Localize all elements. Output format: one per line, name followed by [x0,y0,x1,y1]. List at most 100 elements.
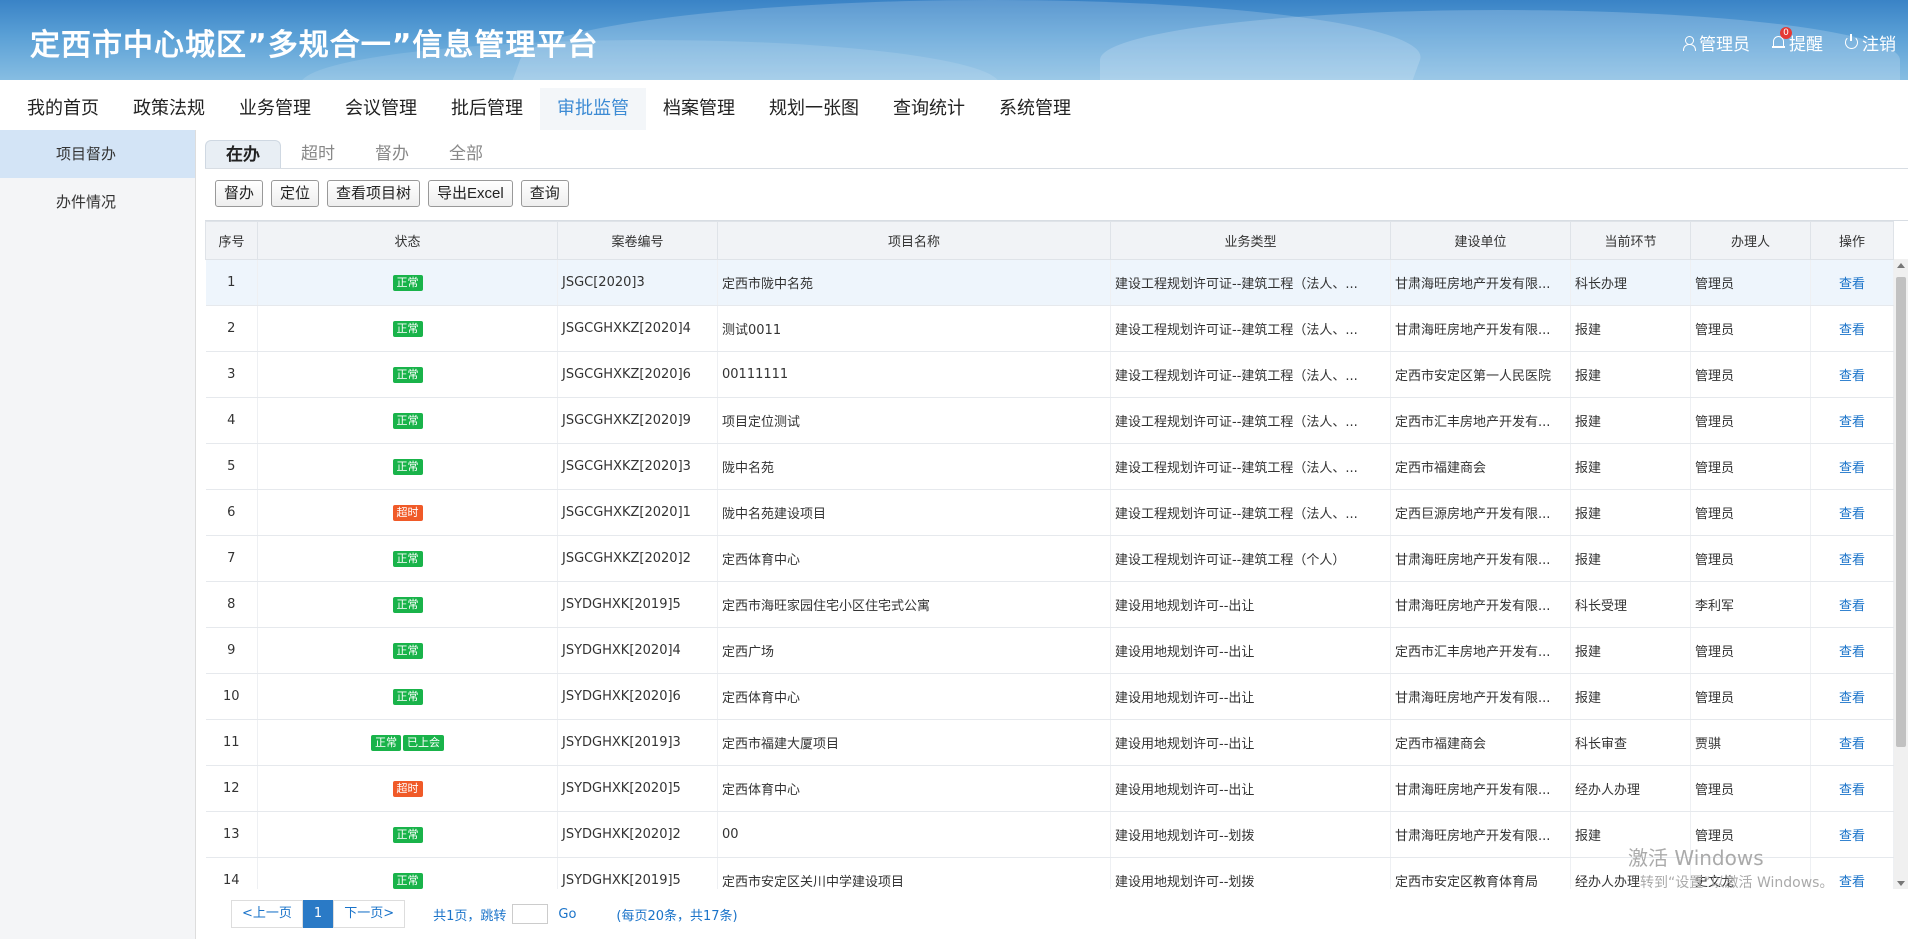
business-type: 建设工程规划许可证--建筑工程（法人、... [1110,397,1391,444]
table-row[interactable]: 7 正常 JSGCGHXKZ[2020]2 定西体育中心 建设工程规划许可证--建筑工程… [205,535,1894,582]
nav-item-6[interactable]: 档案管理 [646,88,752,130]
project-name: 定西市海旺家园住宅小区住宅式公寓 [717,581,1111,628]
view-link[interactable]: 查看 [1839,553,1865,568]
business-type: 建设用地规划许可--出让 [1110,765,1391,812]
nav-item-4[interactable]: 批后管理 [434,88,540,130]
table-row[interactable]: 6 超时 JSGCGHXKZ[2020]1 陇中名苑建设项目 建设工程规划许可证--建筑… [205,489,1894,536]
scroll-thumb[interactable] [1896,277,1906,747]
toolbar-button-2[interactable]: 查看项目树 [327,180,421,207]
construction-unit: 甘肃海旺房地产开发有限... [1390,535,1571,582]
sidebar-item-0[interactable]: 项目督办 [0,130,195,178]
nav-item-8[interactable]: 查询统计 [876,88,982,130]
nav-item-0[interactable]: 我的首页 [10,88,116,130]
handler: 管理员 [1690,259,1811,306]
status-badge: 正常 [392,366,423,383]
view-link[interactable]: 查看 [1839,369,1865,384]
view-link[interactable]: 查看 [1839,875,1865,889]
current-step: 科长受理 [1570,581,1691,628]
table-row[interactable]: 10 正常 JSYDGHXK[2020]6 定西体育中心 建设用地规划许可--出让 甘肃海… [205,673,1894,720]
tab-divider [205,168,1908,169]
view-link[interactable]: 查看 [1839,691,1865,706]
toolbar-button-1[interactable]: 定位 [271,180,320,207]
business-type: 建设用地规划许可--划拨 [1110,857,1391,889]
business-type: 建设用地规划许可--出让 [1110,673,1391,720]
scroll-down-icon[interactable] [1897,881,1905,886]
row-number: 11 [205,719,258,766]
column-header: 序号 [205,221,258,260]
table-row[interactable]: 5 正常 JSGCGHXKZ[2020]3 陇中名苑 建设工程规划许可证--建筑工程（法… [205,443,1894,490]
status-badge: 正常 [392,826,423,843]
toolbar-button-0[interactable]: 督办 [215,180,264,207]
status-badge: 正常 [392,550,423,567]
nav-item-9[interactable]: 系统管理 [982,88,1088,130]
view-link[interactable]: 查看 [1839,737,1865,752]
remind-button[interactable]: 0 提醒 [1772,27,1823,55]
toolbar-button-3[interactable]: 导出Excel [428,180,513,207]
column-header: 当前环节 [1570,221,1691,260]
project-name: 项目定位测试 [717,397,1111,444]
construction-unit: 甘肃海旺房地产开发有限... [1390,259,1571,306]
vertical-scrollbar[interactable] [1894,259,1908,889]
project-name: 00111111 [717,351,1111,398]
table-row[interactable]: 1 正常 JSGC[2020]3 定西市陇中名苑 建设工程规划许可证--建筑工程（法人、… [205,259,1894,306]
view-link[interactable]: 查看 [1839,599,1865,614]
table-row[interactable]: 4 正常 JSGCGHXKZ[2020]9 项目定位测试 建设工程规划许可证--建筑工程… [205,397,1894,444]
nav-item-3[interactable]: 会议管理 [328,88,434,130]
subtab-3[interactable]: 全部 [429,140,503,168]
status-badge: 正常 [392,688,423,705]
main-nav: 我的首页 政策法规 业务管理 会议管理 批后管理 审批监管 档案管理 规划一张图 查询统计 系统管… [0,88,1908,130]
business-type: 建设用地规划许可--出让 [1110,627,1391,674]
toolbar-button-4[interactable]: 查询 [520,180,569,207]
table-row[interactable]: 9 正常 JSYDGHXK[2020]4 定西广场 建设用地规划许可--出让 定西市汇丰房… [205,627,1894,674]
construction-unit: 定西巨源房地产开发有限... [1390,489,1571,536]
current-step: 报建 [1570,535,1691,582]
status-cell: 正常 已上会 [257,719,558,766]
table-row[interactable]: 12 超时 JSYDGHXK[2020]5 定西体育中心 建设用地规划许可--出让 甘肃海… [205,765,1894,812]
subtab-0[interactable]: 在办 [205,140,281,168]
table-row[interactable]: 2 正常 JSGCGHXKZ[2020]4 测试0011 建设工程规划许可证--建筑工程… [205,305,1894,352]
view-link[interactable]: 查看 [1839,323,1865,338]
page-jump-input[interactable] [512,904,549,924]
status-badge: 正常 [392,458,423,475]
column-header: 状态 [257,221,558,260]
row-number: 8 [205,581,258,628]
status-badge: 超时 [392,780,423,797]
view-link[interactable]: 查看 [1839,415,1865,430]
current-page-button[interactable]: 1 [302,900,334,928]
table-row[interactable]: 8 正常 JSYDGHXK[2019]5 定西市海旺家园住宅小区住宅式公寓 建设用地规划… [205,581,1894,628]
project-name: 定西体育中心 [717,673,1111,720]
handler: 管理员 [1690,535,1811,582]
next-page-button[interactable]: 下一页> [333,900,406,928]
nav-item-1[interactable]: 政策法规 [116,88,222,130]
sidebar-item-1[interactable]: 办件情况 [0,178,195,226]
row-number: 5 [205,443,258,490]
view-link[interactable]: 查看 [1839,829,1865,844]
go-button[interactable]: Go [558,907,576,922]
user-icon [1683,35,1696,51]
operation-cell: 查看 [1810,259,1894,306]
view-link[interactable]: 查看 [1839,277,1865,292]
case-code: JSGCGHXKZ[2020]6 [557,351,718,398]
nav-item-5[interactable]: 审批监管 [540,88,646,130]
construction-unit: 甘肃海旺房地产开发有限... [1390,305,1571,352]
nav-item-2[interactable]: 业务管理 [222,88,328,130]
prev-page-button[interactable]: <上一页 [231,900,303,928]
view-link[interactable]: 查看 [1839,461,1865,476]
table-row[interactable]: 3 正常 JSGCGHXKZ[2020]6 00111111 建设工程规划许可证--建筑… [205,351,1894,398]
current-step: 经办人办理 [1570,765,1691,812]
view-link[interactable]: 查看 [1839,645,1865,660]
operation-cell: 查看 [1810,443,1894,490]
subtab-1[interactable]: 超时 [281,140,355,168]
subtab-2[interactable]: 督办 [355,140,429,168]
table-row[interactable]: 11 正常 已上会 JSYDGHXK[2019]3 定西市福建大厦项目 建设用地规划许可-… [205,719,1894,766]
handler: 李利军 [1690,581,1811,628]
row-number: 4 [205,397,258,444]
operation-cell: 查看 [1810,351,1894,398]
user-menu[interactable]: 管理员 [1683,30,1750,55]
scroll-up-icon[interactable] [1897,263,1905,268]
nav-item-7[interactable]: 规划一张图 [752,88,876,130]
logout-button[interactable]: 注销 [1845,30,1896,55]
view-link[interactable]: 查看 [1839,507,1865,522]
view-link[interactable]: 查看 [1839,783,1865,798]
operation-cell: 查看 [1810,397,1894,444]
